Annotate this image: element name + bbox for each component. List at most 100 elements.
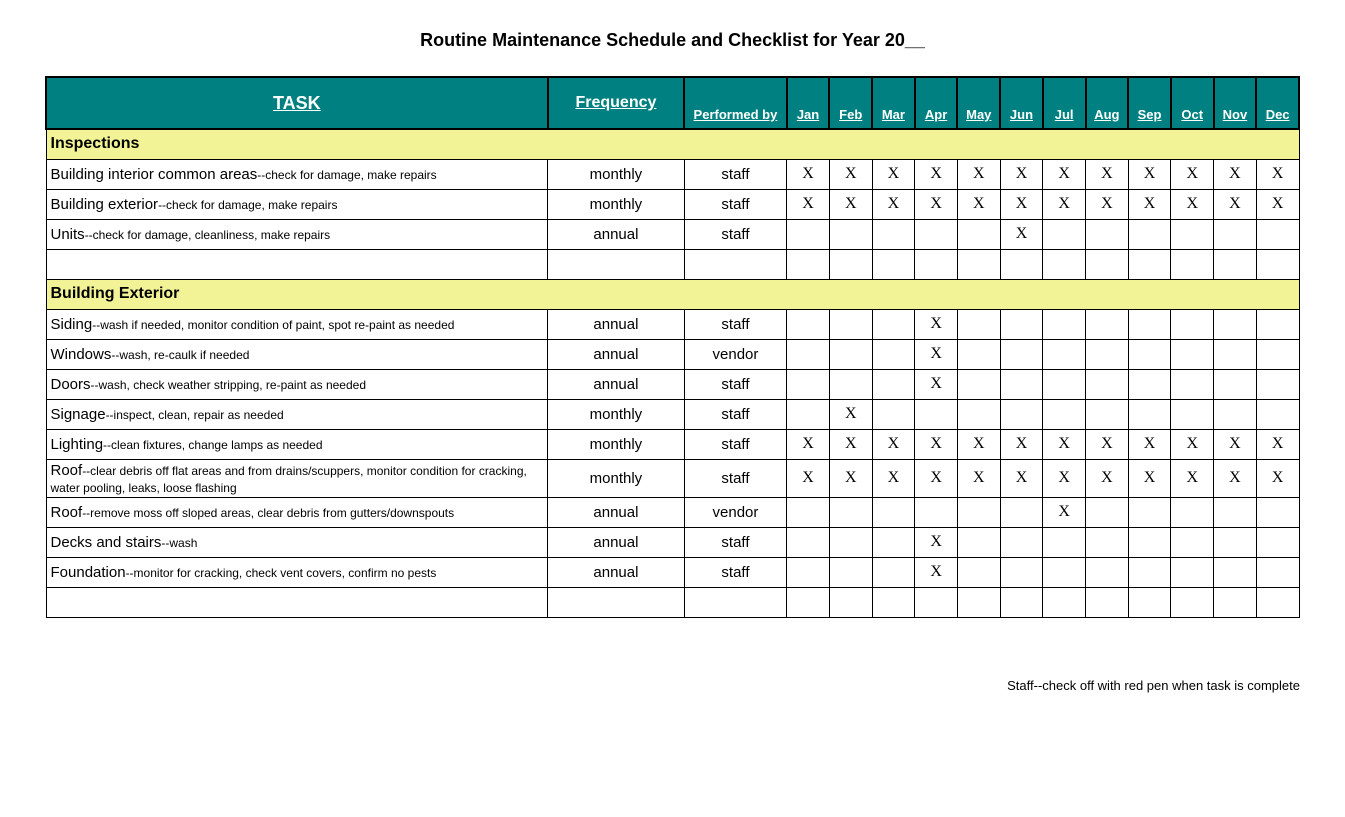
month-cell[interactable] — [1256, 557, 1299, 587]
month-cell[interactable]: X — [1256, 429, 1299, 459]
month-cell[interactable] — [829, 249, 872, 279]
month-cell[interactable] — [1128, 219, 1171, 249]
month-cell[interactable] — [1043, 557, 1086, 587]
month-cell[interactable]: X — [829, 429, 872, 459]
month-cell[interactable] — [1214, 557, 1257, 587]
month-cell[interactable] — [1043, 219, 1086, 249]
month-cell[interactable] — [787, 587, 830, 617]
month-cell[interactable] — [829, 557, 872, 587]
month-cell[interactable]: X — [1086, 159, 1129, 189]
month-cell[interactable] — [957, 339, 1000, 369]
month-cell[interactable] — [957, 309, 1000, 339]
month-cell[interactable] — [1214, 369, 1257, 399]
month-cell[interactable] — [1086, 587, 1129, 617]
month-cell[interactable] — [1171, 219, 1214, 249]
month-cell[interactable] — [1171, 587, 1214, 617]
month-cell[interactable]: X — [829, 459, 872, 497]
month-cell[interactable]: X — [1256, 459, 1299, 497]
month-cell[interactable]: X — [1128, 459, 1171, 497]
month-cell[interactable] — [1171, 557, 1214, 587]
month-cell[interactable] — [1256, 527, 1299, 557]
month-cell[interactable] — [1086, 399, 1129, 429]
month-cell[interactable] — [1128, 309, 1171, 339]
month-cell[interactable] — [1086, 557, 1129, 587]
month-cell[interactable] — [1256, 339, 1299, 369]
month-cell[interactable] — [1171, 497, 1214, 527]
month-cell[interactable] — [787, 219, 830, 249]
month-cell[interactable] — [1043, 527, 1086, 557]
month-cell[interactable] — [1043, 587, 1086, 617]
month-cell[interactable] — [1171, 249, 1214, 279]
month-cell[interactable]: X — [957, 189, 1000, 219]
month-cell[interactable]: X — [915, 159, 958, 189]
month-cell[interactable] — [957, 399, 1000, 429]
month-cell[interactable] — [1256, 219, 1299, 249]
month-cell[interactable]: X — [1086, 189, 1129, 219]
month-cell[interactable] — [1086, 369, 1129, 399]
month-cell[interactable]: X — [1000, 159, 1043, 189]
month-cell[interactable] — [872, 369, 915, 399]
month-cell[interactable] — [1000, 249, 1043, 279]
month-cell[interactable]: X — [1043, 429, 1086, 459]
month-cell[interactable] — [1086, 497, 1129, 527]
month-cell[interactable] — [1000, 369, 1043, 399]
month-cell[interactable] — [1214, 587, 1257, 617]
month-cell[interactable]: X — [1214, 189, 1257, 219]
month-cell[interactable]: X — [915, 339, 958, 369]
month-cell[interactable] — [872, 219, 915, 249]
month-cell[interactable] — [1171, 399, 1214, 429]
month-cell[interactable] — [957, 369, 1000, 399]
month-cell[interactable] — [915, 399, 958, 429]
month-cell[interactable] — [1256, 399, 1299, 429]
month-cell[interactable]: X — [915, 557, 958, 587]
month-cell[interactable] — [1128, 587, 1171, 617]
month-cell[interactable] — [829, 219, 872, 249]
month-cell[interactable]: X — [1043, 497, 1086, 527]
month-cell[interactable] — [1043, 249, 1086, 279]
month-cell[interactable] — [957, 219, 1000, 249]
month-cell[interactable]: X — [915, 429, 958, 459]
month-cell[interactable]: X — [872, 159, 915, 189]
month-cell[interactable] — [1043, 369, 1086, 399]
month-cell[interactable] — [787, 249, 830, 279]
month-cell[interactable] — [872, 587, 915, 617]
month-cell[interactable] — [872, 497, 915, 527]
month-cell[interactable] — [787, 369, 830, 399]
month-cell[interactable] — [1000, 557, 1043, 587]
month-cell[interactable]: X — [1256, 159, 1299, 189]
month-cell[interactable]: X — [1000, 429, 1043, 459]
month-cell[interactable]: X — [787, 159, 830, 189]
month-cell[interactable]: X — [872, 459, 915, 497]
month-cell[interactable]: X — [1171, 429, 1214, 459]
month-cell[interactable] — [1128, 339, 1171, 369]
month-cell[interactable]: X — [1214, 459, 1257, 497]
month-cell[interactable] — [915, 249, 958, 279]
month-cell[interactable] — [1086, 309, 1129, 339]
month-cell[interactable]: X — [1214, 429, 1257, 459]
month-cell[interactable]: X — [1171, 189, 1214, 219]
month-cell[interactable] — [1214, 339, 1257, 369]
month-cell[interactable] — [829, 527, 872, 557]
month-cell[interactable]: X — [1000, 459, 1043, 497]
month-cell[interactable] — [1214, 309, 1257, 339]
month-cell[interactable] — [1086, 249, 1129, 279]
month-cell[interactable] — [957, 557, 1000, 587]
month-cell[interactable] — [829, 309, 872, 339]
month-cell[interactable] — [1043, 309, 1086, 339]
month-cell[interactable] — [1128, 527, 1171, 557]
month-cell[interactable] — [787, 339, 830, 369]
month-cell[interactable]: X — [915, 459, 958, 497]
month-cell[interactable] — [872, 399, 915, 429]
month-cell[interactable]: X — [787, 459, 830, 497]
month-cell[interactable] — [957, 249, 1000, 279]
month-cell[interactable]: X — [829, 159, 872, 189]
month-cell[interactable]: X — [1128, 429, 1171, 459]
month-cell[interactable] — [957, 587, 1000, 617]
month-cell[interactable]: X — [1086, 459, 1129, 497]
month-cell[interactable]: X — [957, 459, 1000, 497]
month-cell[interactable] — [1000, 399, 1043, 429]
month-cell[interactable] — [872, 527, 915, 557]
month-cell[interactable] — [915, 587, 958, 617]
month-cell[interactable] — [1128, 557, 1171, 587]
month-cell[interactable] — [1171, 527, 1214, 557]
